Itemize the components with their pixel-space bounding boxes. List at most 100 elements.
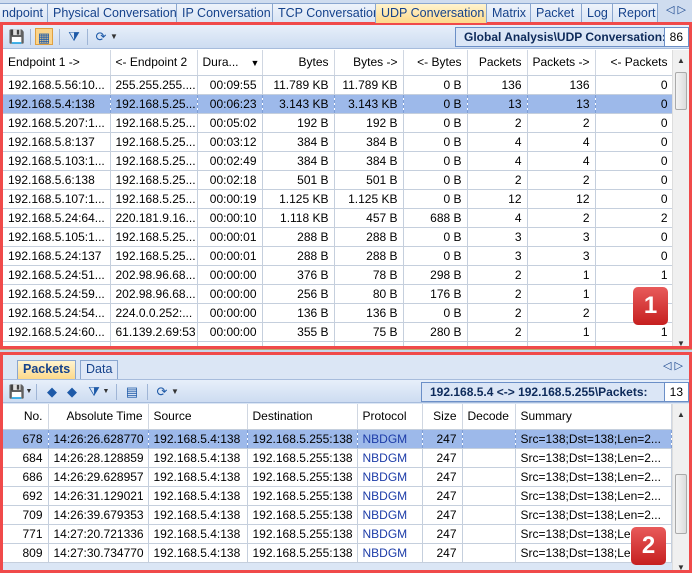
next-icon[interactable]: ◆ <box>63 383 81 400</box>
table-cell: 192.168.5.4:138 <box>148 524 248 544</box>
table-cell: 14:26:28.128859 <box>48 448 149 468</box>
table-cell: 192.168.5.4:138 <box>148 486 248 506</box>
column-header[interactable]: Bytes <box>262 50 335 76</box>
tab-udp-conversation[interactable]: UDP Conversation <box>375 3 487 23</box>
refresh-dropdown-icon[interactable]: ▼ <box>170 383 180 400</box>
tab-matrix[interactable]: Matrix <box>486 3 531 23</box>
table-row[interactable]: 692 14:26:31.129021 192.168.5.4:138 192.168… <box>3 486 672 506</box>
column-header[interactable]: Size <box>422 404 463 430</box>
table-row[interactable]: 684 14:26:28.128859 192.168.5.4:138 192.168… <box>3 448 672 468</box>
table-cell <box>462 448 516 468</box>
info-count: 13 <box>663 383 688 401</box>
table-row[interactable]: 192.168.5.24:54... 224.0.0.252:... 00:00:0… <box>3 303 674 323</box>
table-cell: 1.118 KB <box>262 208 335 228</box>
tab-report[interactable]: Report <box>612 3 658 23</box>
tab-ip-conversation[interactable]: IP Conversation <box>176 3 273 23</box>
save-icon[interactable]: 💾 <box>8 383 26 400</box>
column-header[interactable]: <- Endpoint 2 <box>110 50 198 76</box>
filter-dropdown-icon[interactable]: ▼ <box>102 383 110 400</box>
tab-ndpoint[interactable]: ndpoint <box>0 3 48 23</box>
table-row[interactable]: 192.168.5.24:64... 220.181.9.16... 00:00:1… <box>3 208 674 228</box>
tab-log[interactable]: Log <box>581 3 613 23</box>
scroll-thumb[interactable] <box>675 72 687 110</box>
column-header[interactable]: Packets <box>467 50 528 76</box>
table-cell: 376 B <box>262 265 335 285</box>
top-table-scrollbar[interactable]: ▲ ▼ <box>672 50 689 346</box>
table-row[interactable]: 192.168.5.24:51... 202.98.96.68... 00:00:0… <box>3 265 674 285</box>
table-cell <box>462 543 516 563</box>
column-header[interactable]: Source <box>148 404 248 430</box>
column-header[interactable]: Packets -> <box>527 50 596 76</box>
refresh-icon[interactable]: ⟳ <box>92 28 110 45</box>
table-row[interactable]: 192.168.5.105:1... 192.168.5.25... 00:00:0… <box>3 227 674 247</box>
table-cell: 0 B <box>403 227 468 247</box>
table-row[interactable]: 709 14:26:39.679353 192.168.5.4:138 192.168… <box>3 505 672 525</box>
scroll-down-icon[interactable]: ▼ <box>673 339 689 346</box>
table-cell: 192.168.5.25... <box>110 151 198 171</box>
tab-packet[interactable]: Packet <box>530 3 582 23</box>
table-row[interactable]: 771 14:27:20.721336 192.168.5.4:138 192.168… <box>3 524 672 544</box>
column-header[interactable]: Decode <box>462 404 516 430</box>
table-cell: 0 B <box>403 170 468 190</box>
table-row[interactable]: 192.168.5.24:137 192.168.5.25... 00:00:01 2… <box>3 246 674 266</box>
tab-data[interactable]: Data <box>80 360 119 379</box>
table-cell: 83 B <box>334 341 404 346</box>
refresh-dropdown-icon[interactable]: ▼ <box>109 28 119 45</box>
scroll-down-icon[interactable]: ▼ <box>673 563 689 570</box>
subtab-scroll-arrows[interactable]: ◁ ▷ <box>663 359 683 372</box>
sort-descending-icon: ▼ <box>250 58 260 69</box>
view-options-icon[interactable]: ▦ <box>35 28 53 45</box>
save-icon[interactable]: 💾 <box>8 28 26 45</box>
table-cell: 280 B <box>403 322 468 342</box>
column-header[interactable]: Summary <box>515 404 672 430</box>
scroll-up-icon[interactable]: ▲ <box>673 410 689 419</box>
column-header[interactable]: <- Bytes <box>403 50 468 76</box>
table-cell: 1 <box>595 341 674 346</box>
column-header[interactable]: Destination <box>247 404 358 430</box>
table-row[interactable]: 192.168.5.207:1... 192.168.5.25... 00:05:0… <box>3 113 674 133</box>
table-row[interactable]: 192.168.5.103:1... 192.168.5.25... 00:02:4… <box>3 151 674 171</box>
table-row[interactable]: 192.168.5.24:60... 61.139.2.69:53 00:00:00… <box>3 322 674 342</box>
table-cell <box>462 505 516 525</box>
column-label: Dura... <box>202 55 239 70</box>
column-header[interactable]: <- Packets <box>595 50 674 76</box>
table-row[interactable]: 192.168.5.8:137 192.168.5.25... 00:03:12 38… <box>3 132 674 152</box>
table-cell: 247 <box>422 448 463 468</box>
tab-scroll-arrows[interactable]: ◁ ▷ <box>666 3 686 16</box>
table-cell: Src=138;Dst=138;Len=2... <box>515 505 672 525</box>
table-row[interactable]: 192.168.5.4:138 192.168.5.25... 00:06:23 3.… <box>3 94 674 114</box>
table-cell: 202.98.96.68... <box>110 341 198 346</box>
tab-tcp-conversation[interactable]: TCP Conversation <box>272 3 376 23</box>
column-header[interactable]: Bytes -> <box>334 50 404 76</box>
table-row[interactable]: 686 14:26:29.628957 192.168.5.4:138 192.168… <box>3 467 672 487</box>
tab-packets[interactable]: Packets <box>17 360 77 379</box>
decode-icon[interactable]: ▤ <box>123 383 141 400</box>
table-cell: 0 <box>595 189 674 209</box>
column-header[interactable]: Absolute Time <box>48 404 149 430</box>
table-row[interactable]: 192.168.5.56:10... 255.255.255.... 00:09:5… <box>3 75 674 95</box>
table-row[interactable]: 192.168.5.24:59... 202.98.96.68... 00:00:0… <box>3 284 674 304</box>
table-cell: 192.168.5.25... <box>110 132 198 152</box>
table-row[interactable]: 678 14:26:26.628770 192.168.5.4:138 192.168… <box>3 429 672 449</box>
filter-icon[interactable]: ⧩ <box>65 28 83 45</box>
save-dropdown-icon[interactable]: ▼ <box>25 383 33 400</box>
filter-icon[interactable]: ⧩ <box>85 383 103 400</box>
table-cell: 192.168.5.25... <box>110 113 198 133</box>
table-row[interactable]: 809 14:27:30.734770 192.168.5.4:138 192.168… <box>3 543 672 563</box>
table-row[interactable]: 192.168.5.107:1... 192.168.5.25... 00:00:1… <box>3 189 674 209</box>
table-cell: Src=138;Dst=138;Len=2... <box>515 429 672 449</box>
refresh-icon[interactable]: ⟳ <box>153 383 171 400</box>
column-header[interactable]: No. <box>3 404 49 430</box>
column-header[interactable]: Endpoint 1 -> <box>3 50 111 76</box>
table-row[interactable]: 192.168.5.6:138 192.168.5.25... 00:02:18 50… <box>3 170 674 190</box>
previous-icon[interactable]: ◆ <box>43 383 61 400</box>
column-header[interactable]: Protocol <box>357 404 423 430</box>
table-cell: 3 <box>527 227 596 247</box>
tab-physical-conversation[interactable]: Physical Conversation <box>47 3 177 23</box>
scroll-thumb[interactable] <box>675 474 687 534</box>
packets-table-scrollbar[interactable]: ▲ ▼ <box>672 404 689 570</box>
table-row[interactable]: 192.168.5.24:63...202.98.96.68...00:00:0… <box>3 341 674 346</box>
scroll-up-icon[interactable]: ▲ <box>673 56 689 65</box>
column-header[interactable]: Dura... ▼ <box>197 50 263 76</box>
table-cell: 192.168.5.103:1... <box>3 151 111 171</box>
